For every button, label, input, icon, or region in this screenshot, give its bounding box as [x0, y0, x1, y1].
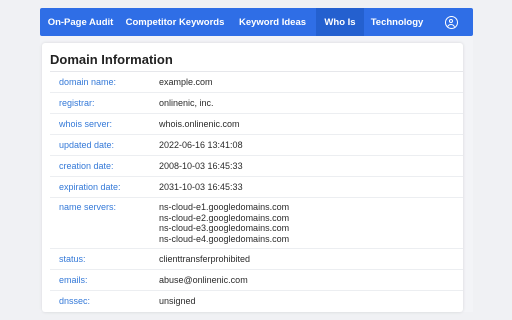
row-creation-date: creation date: 2008-10-03 16:45:33 — [50, 156, 463, 177]
field-label: registrar: — [59, 98, 95, 108]
tab-who-is[interactable]: Who Is — [316, 8, 364, 36]
top-nav: On-Page Audit Competitor Keywords Keywor… — [40, 8, 473, 36]
field-value: clienttransferprohibited — [159, 253, 251, 264]
row-name-servers: name servers: ns-cloud-e1.googledomains.… — [50, 198, 463, 249]
field-label: dnssec: — [59, 296, 91, 306]
row-status: status: clienttransferprohibited — [50, 249, 463, 270]
field-label: status: — [59, 254, 86, 264]
field-value: 2022-06-16 13:41:08 — [159, 139, 243, 150]
field-value: 2031-10-03 16:45:33 — [159, 181, 243, 192]
field-value: onlinenic, inc. — [159, 97, 214, 108]
field-value: ns-cloud-e1.googledomains.com ns-cloud-e… — [159, 198, 289, 244]
whois-table: domain name: example.com registrar: onli… — [50, 72, 463, 311]
field-value: abuse@onlinenic.com — [159, 274, 248, 285]
name-server: ns-cloud-e3.googledomains.com — [159, 223, 290, 233]
row-dnssec: dnssec: unsigned — [50, 291, 463, 311]
row-domain-name: domain name: example.com — [50, 72, 463, 93]
domain-info-card: Domain Information domain name: example.… — [42, 43, 463, 312]
row-whois-server: whois server: whois.onlinenic.com — [50, 114, 463, 135]
tab-keyword-ideas[interactable]: Keyword Ideas — [229, 8, 316, 36]
field-label: emails: — [59, 275, 88, 285]
tab-on-page-audit[interactable]: On-Page Audit — [40, 8, 121, 36]
user-account-button[interactable] — [430, 8, 473, 36]
field-value: example.com — [159, 76, 213, 87]
name-server: ns-cloud-e2.googledomains.com — [159, 212, 290, 223]
field-value: whois.onlinenic.com — [159, 118, 240, 129]
row-updated-date: updated date: 2022-06-16 13:41:08 — [50, 135, 463, 156]
row-emails: emails: abuse@onlinenic.com — [50, 270, 463, 291]
field-label: updated date: — [59, 140, 115, 150]
field-label: name servers: — [59, 202, 117, 212]
field-label: whois server: — [59, 119, 113, 129]
field-label: expiration date: — [59, 182, 121, 192]
tab-competitor-keywords[interactable]: Competitor Keywords — [121, 8, 229, 36]
tab-technology[interactable]: Technology — [364, 8, 430, 36]
card-title: Domain Information — [50, 52, 173, 67]
name-server: ns-cloud-e4.googledomains.com — [159, 233, 290, 244]
name-server: ns-cloud-e1.googledomains.com — [159, 202, 290, 212]
row-registrar: registrar: onlinenic, inc. — [50, 93, 463, 114]
field-label: domain name: — [59, 77, 117, 87]
user-circle-icon — [445, 15, 458, 29]
field-value: unsigned — [159, 295, 196, 306]
app-frame: On-Page Audit Competitor Keywords Keywor… — [40, 8, 473, 312]
field-label: creation date: — [59, 161, 114, 171]
field-value: 2008-10-03 16:45:33 — [159, 160, 243, 171]
row-expiration-date: expiration date: 2031-10-03 16:45:33 — [50, 177, 463, 198]
